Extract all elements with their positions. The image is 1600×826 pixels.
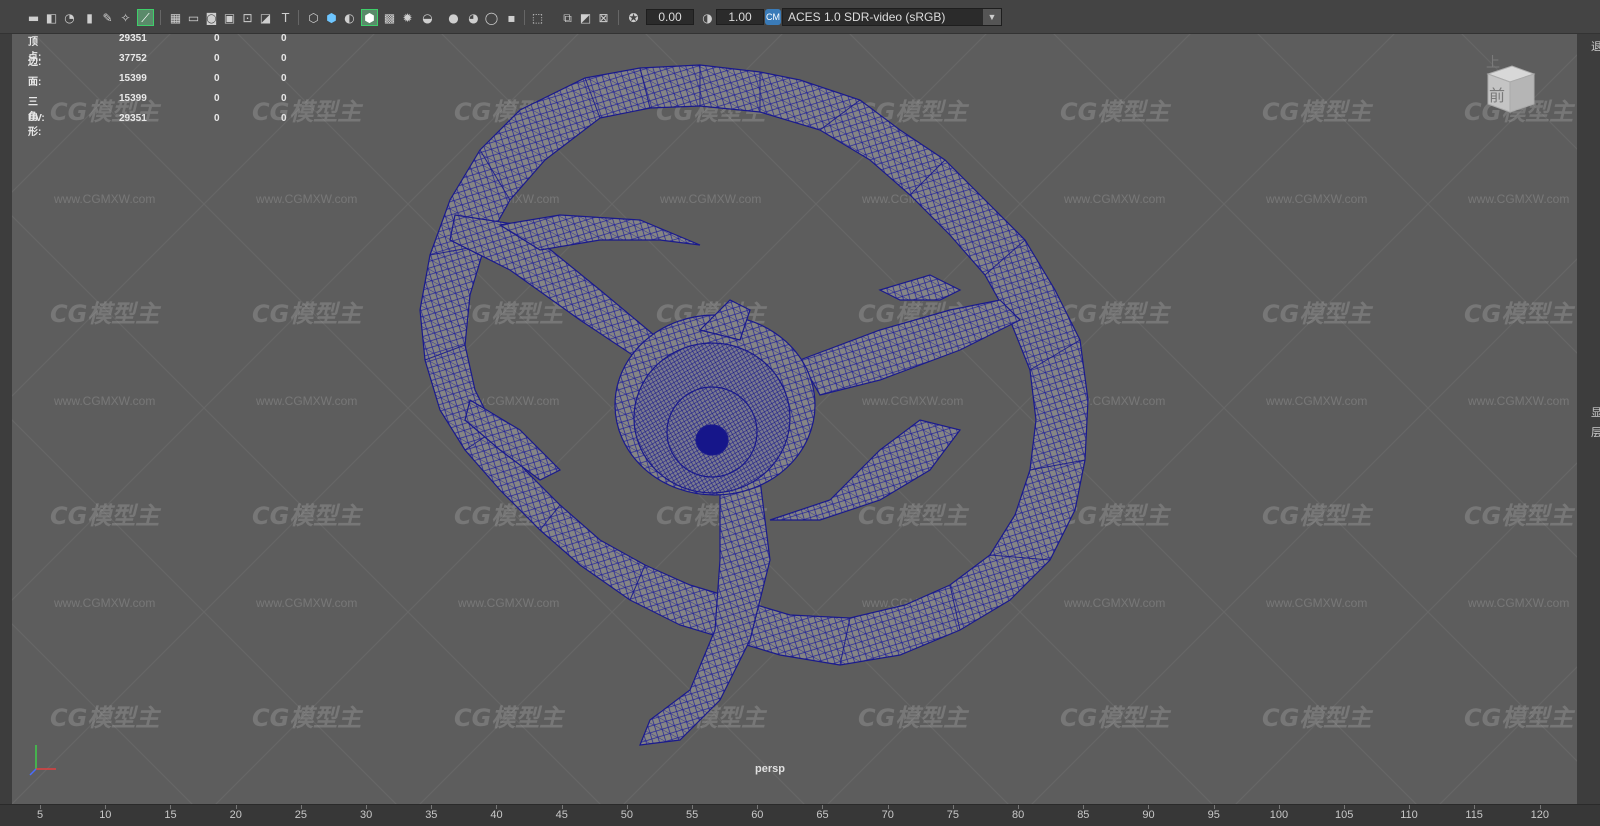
time-slider-tick-label: 20 [229, 809, 242, 821]
safe-action-icon[interactable]: ◪ [258, 10, 273, 25]
time-slider-tick-label: 80 [1012, 809, 1025, 821]
time-slider-tick-label: 100 [1269, 809, 1289, 821]
smooth-shade-icon[interactable]: ⬢ [324, 10, 339, 25]
screen-space-ao-icon[interactable]: ● [446, 10, 461, 25]
default-material-icon[interactable]: ◐ [342, 10, 357, 25]
time-slider-tick-label: 40 [490, 809, 503, 821]
time-slider-tick-label: 25 [294, 809, 308, 821]
time-slider-tick-label: 85 [1077, 809, 1090, 821]
gamma-icon[interactable]: ◑ [700, 10, 715, 25]
hud-value: 0 [214, 34, 220, 44]
xray-icon[interactable]: ⧉ [560, 10, 575, 25]
time-slider-tick-label: 115 [1465, 809, 1483, 821]
axis-gizmo-icon [29, 745, 56, 776]
time-slider-tick-label: 65 [816, 809, 829, 821]
time-slider-tick-label: 35 [425, 809, 438, 821]
view-transform-select[interactable]: ACES 1.0 SDR-video (sRGB) ▼ [782, 8, 1002, 26]
time-slider-tick-label: 60 [751, 809, 764, 821]
chevron-down-icon[interactable]: ▼ [983, 9, 1001, 25]
time-slider-tick-label: 45 [555, 809, 568, 821]
right-strip-label: 显 [1591, 407, 1600, 419]
exposure-input[interactable] [646, 9, 694, 25]
right-strip-label: 层 [1591, 427, 1600, 439]
time-slider-tick-label: 30 [360, 809, 373, 821]
isolate-select-icon[interactable]: ⬚ [530, 10, 545, 25]
time-slider-tick-label: 105 [1335, 809, 1354, 821]
time-slider-tick-label: 10 [99, 809, 112, 821]
gamma-input[interactable] [716, 9, 764, 25]
exposure-icon[interactable]: ✪ [626, 10, 641, 25]
perspective-viewport[interactable]: CG模型主 CG模型主 CG模型主 CG模型主 CG模型主 CG模型主 CG模型主 CG模型主… [12, 34, 1577, 804]
time-slider-tick-label: 15 [164, 809, 177, 821]
resolution-gate-icon[interactable]: ◙ [204, 10, 219, 25]
hud-value: 0 [214, 93, 220, 104]
hud-value: 0 [281, 113, 287, 124]
grid-icon[interactable]: ▦ [168, 10, 183, 25]
camera-name-label: persp [755, 763, 785, 775]
motion-blur-icon[interactable]: ◕ [466, 10, 481, 25]
textured-icon[interactable]: ▩ [382, 10, 397, 25]
2d-pan-zoom-icon[interactable]: ⟋ [137, 9, 154, 26]
time-slider-tick-label: 95 [1207, 809, 1220, 821]
anti-aliasing-icon[interactable]: ◯ [484, 10, 499, 25]
wireframe-on-shaded-icon[interactable]: ⬢ [361, 9, 378, 26]
hud-value: 0 [214, 113, 220, 124]
hud-value: 0 [281, 53, 287, 64]
left-panel-edge [0, 34, 12, 804]
color-management-toggle[interactable]: CM [765, 9, 781, 25]
field-chart-icon[interactable]: ⊡ [240, 10, 255, 25]
time-slider-tick-label: 70 [881, 809, 894, 821]
hud-value: 15399 [119, 73, 147, 84]
time-slider-tick-label: 110 [1400, 809, 1418, 821]
hud-label: 面: [28, 77, 42, 88]
bookmarks-icon[interactable]: ◔ [62, 10, 77, 25]
safe-title-icon[interactable]: T [278, 10, 293, 25]
depth-of-field-icon[interactable]: ▪ [504, 10, 519, 25]
maya-window: ▬ ◧ ◔ ▮ ✎ ✧ ⟋ ▦ ▭ ◙ ▣ ⊡ ◪ T ⬡ ⬢ ◐ ⬢ ▩ ✹ … [0, 0, 1600, 826]
view-cube-front-label[interactable]: 前 [1489, 82, 1505, 106]
grease-pencil-icon[interactable]: ✎ [100, 10, 115, 25]
view-transform-value: ACES 1.0 SDR-video (sRGB) [788, 10, 946, 24]
xray-components-icon[interactable]: ⊠ [596, 10, 611, 25]
time-slider-tick-label: 50 [620, 809, 634, 821]
toolbar-separator [160, 10, 161, 25]
hud-value: 29351 [119, 113, 147, 124]
toolbar-separator [298, 10, 299, 25]
hud-label: 边: [28, 57, 42, 68]
shadows-icon[interactable]: ◒ [420, 10, 435, 25]
xray-joints-icon[interactable]: ◩ [578, 10, 593, 25]
hud-value: 0 [281, 93, 287, 104]
viewport-toolbar: ▬ ◧ ◔ ▮ ✎ ✧ ⟋ ▦ ▭ ◙ ▣ ⊡ ◪ T ⬡ ⬢ ◐ ⬢ ▩ ✹ … [0, 0, 1600, 34]
time-slider-tick-label: 90 [1142, 809, 1155, 821]
select-camera-icon[interactable]: ▬ [26, 10, 41, 25]
time-slider-tick-label: 55 [686, 809, 699, 821]
hud-value: 0 [281, 34, 287, 44]
hud-value: 0 [214, 53, 220, 64]
hud-value: 37752 [119, 53, 147, 64]
image-plane-icon[interactable]: ✧ [118, 10, 133, 25]
camera-attributes-icon[interactable]: ◧ [44, 10, 59, 25]
wireframe-icon[interactable]: ⬡ [306, 10, 321, 25]
toolbar-separator [618, 10, 619, 25]
toolbar-separator [524, 10, 525, 25]
hud-value: 0 [281, 73, 287, 84]
hud-value: 0 [214, 73, 220, 84]
time-slider[interactable]: 5 10 15 20 25 30 35 40 45 50 55 60 65 70 75 80 85 90 95 100… [0, 804, 1600, 826]
bookmark-icon[interactable]: ▮ [82, 10, 97, 25]
hud-value: 29351 [119, 34, 147, 44]
gate-mask-icon[interactable]: ▣ [222, 10, 237, 25]
hud-value: 15399 [119, 93, 147, 104]
wireframe-model [419, 64, 1089, 746]
time-slider-tick-label: 5 [37, 809, 44, 821]
time-slider-tick-label: 75 [946, 809, 960, 821]
hud-label: UV: [28, 113, 45, 124]
use-all-lights-icon[interactable]: ✹ [400, 10, 415, 25]
right-strip-label: 退 [1591, 41, 1600, 53]
time-slider-tick-label: 120 [1530, 809, 1549, 821]
film-gate-icon[interactable]: ▭ [186, 10, 201, 25]
view-cube-top-label[interactable]: 上 [1486, 52, 1500, 72]
